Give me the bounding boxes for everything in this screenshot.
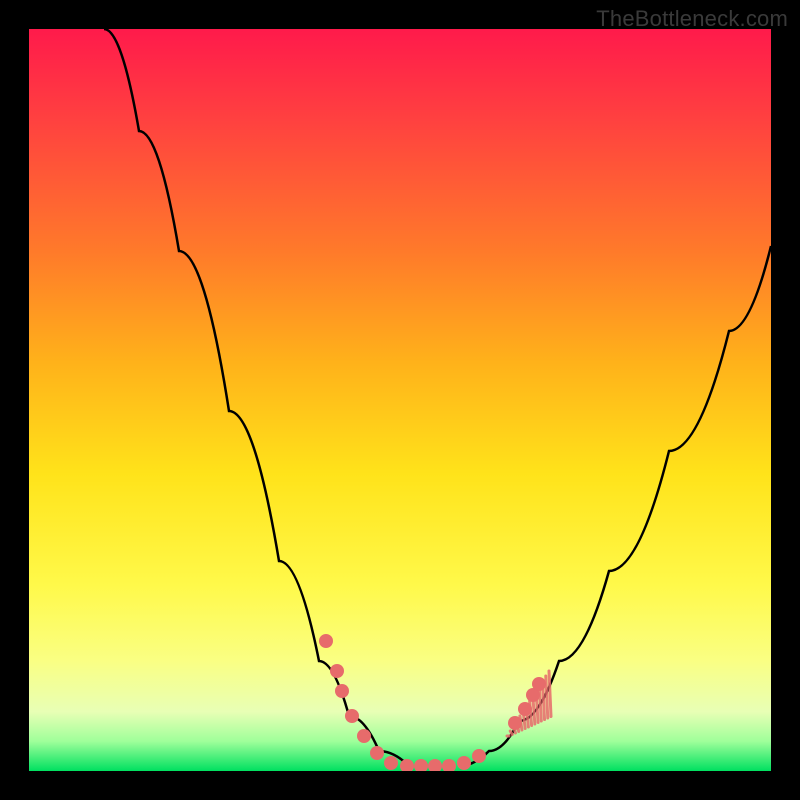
data-point bbox=[508, 716, 522, 730]
data-point bbox=[472, 749, 486, 763]
hatch-stroke bbox=[510, 731, 512, 735]
data-point bbox=[319, 634, 333, 648]
data-point bbox=[457, 756, 471, 770]
watermark-text: TheBottleneck.com bbox=[596, 6, 788, 32]
data-point bbox=[330, 664, 344, 678]
hatch-stroke bbox=[546, 676, 548, 718]
data-point bbox=[414, 759, 428, 771]
data-point bbox=[518, 702, 532, 716]
chart-svg bbox=[29, 29, 771, 771]
data-point bbox=[532, 677, 546, 691]
data-point bbox=[357, 729, 371, 743]
data-point bbox=[442, 759, 456, 771]
curve-layer bbox=[104, 29, 771, 766]
data-point bbox=[428, 759, 442, 771]
hatch-stroke bbox=[539, 686, 541, 721]
left-curve bbox=[104, 29, 409, 766]
data-point bbox=[384, 756, 398, 770]
hatch-stroke bbox=[549, 671, 551, 717]
data-point bbox=[370, 746, 384, 760]
data-point bbox=[345, 709, 359, 723]
outer-frame: TheBottleneck.com bbox=[0, 0, 800, 800]
data-point bbox=[335, 684, 349, 698]
right-curve bbox=[459, 246, 771, 766]
plot-area bbox=[29, 29, 771, 771]
points-layer bbox=[319, 634, 546, 771]
